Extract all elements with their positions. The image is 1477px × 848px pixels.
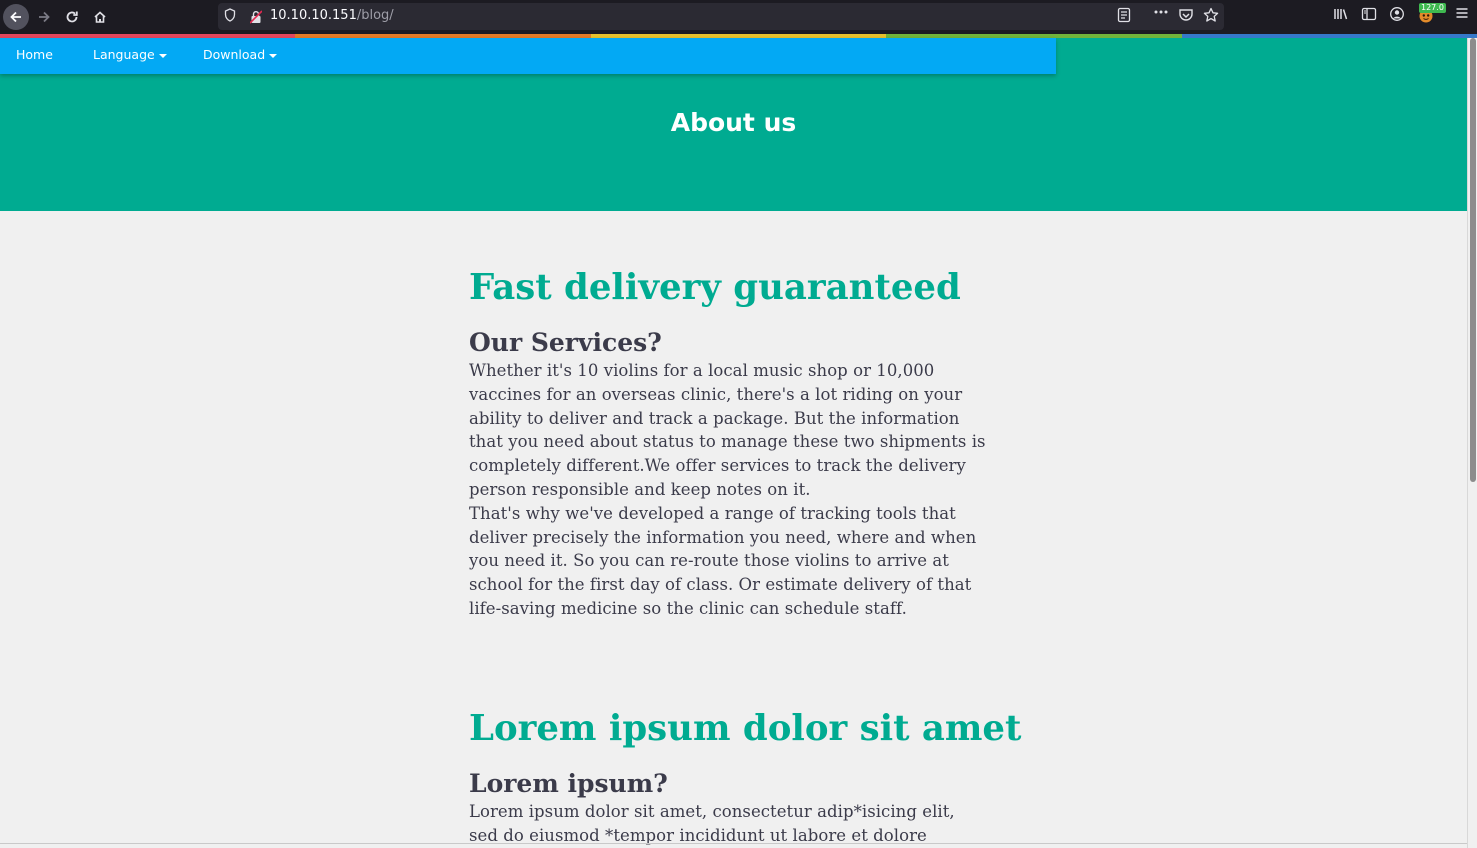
section-paragraph: Whether it's 10 violins for a local musi… [469,361,986,499]
section-paragraph: Lorem ipsum dolor sit amet, consectetur … [469,801,955,845]
scrollbar-thumb[interactable] [1470,38,1476,482]
nav-download-label: Download [203,47,266,62]
reload-icon [66,11,78,23]
nav-language-label: Language [93,47,155,62]
main-content: Fast delivery guaranteed Our Services? W… [469,265,1022,847]
viewport-bottom-edge [0,843,1467,844]
account-icon[interactable] [1389,6,1405,26]
library-icon[interactable] [1333,6,1349,26]
nav-download-dropdown[interactable]: Download [203,47,278,62]
caret-down-icon [158,53,167,58]
sidebar-toggle-icon[interactable] [1361,6,1377,26]
url-path: /blog/ [356,8,394,23]
vertical-scrollbar[interactable] [1467,38,1477,848]
nav-language-dropdown[interactable]: Language [93,47,167,62]
caret-down-icon [269,53,278,58]
back-button[interactable] [3,4,29,30]
reload-button[interactable] [59,4,85,30]
bookmark-star-icon[interactable] [1203,7,1219,27]
arrow-right-icon [39,11,50,23]
url-host: 10.10.10.151 [270,8,357,23]
pocket-icon[interactable] [1178,7,1194,27]
hero-title: About us [670,108,797,137]
section-heading: Lorem ipsum dolor sit amet [469,707,1022,749]
arrow-left-icon [10,11,21,23]
browser-toolbar: 10.10.10.151/blog/ 127.0 [0,0,1477,34]
section-heading: Fast delivery guaranteed [469,267,961,308]
section-paragraph: That's why we've developed a range of tr… [469,503,977,618]
reader-view-icon[interactable] [1117,7,1131,27]
nav-home-link[interactable]: Home [16,47,53,62]
url-text[interactable]: 10.10.10.151/blog/ [270,8,394,23]
forward-button[interactable] [31,4,57,30]
insecure-lock-icon[interactable] [249,9,263,24]
section-subheading: Lorem ipsum? [469,768,668,798]
home-button[interactable] [87,4,113,30]
section-subheading: Our Services? [469,328,662,357]
tracking-shield-icon[interactable] [224,8,238,24]
address-bar[interactable]: 10.10.10.151/blog/ [218,3,1224,30]
page-actions-icon[interactable] [1153,4,1169,24]
home-icon [94,11,106,23]
hamburger-menu-icon[interactable] [1455,6,1469,24]
top-navigation: Home Language Download [0,38,1056,74]
extension-badge: 127.0 [1419,3,1446,13]
